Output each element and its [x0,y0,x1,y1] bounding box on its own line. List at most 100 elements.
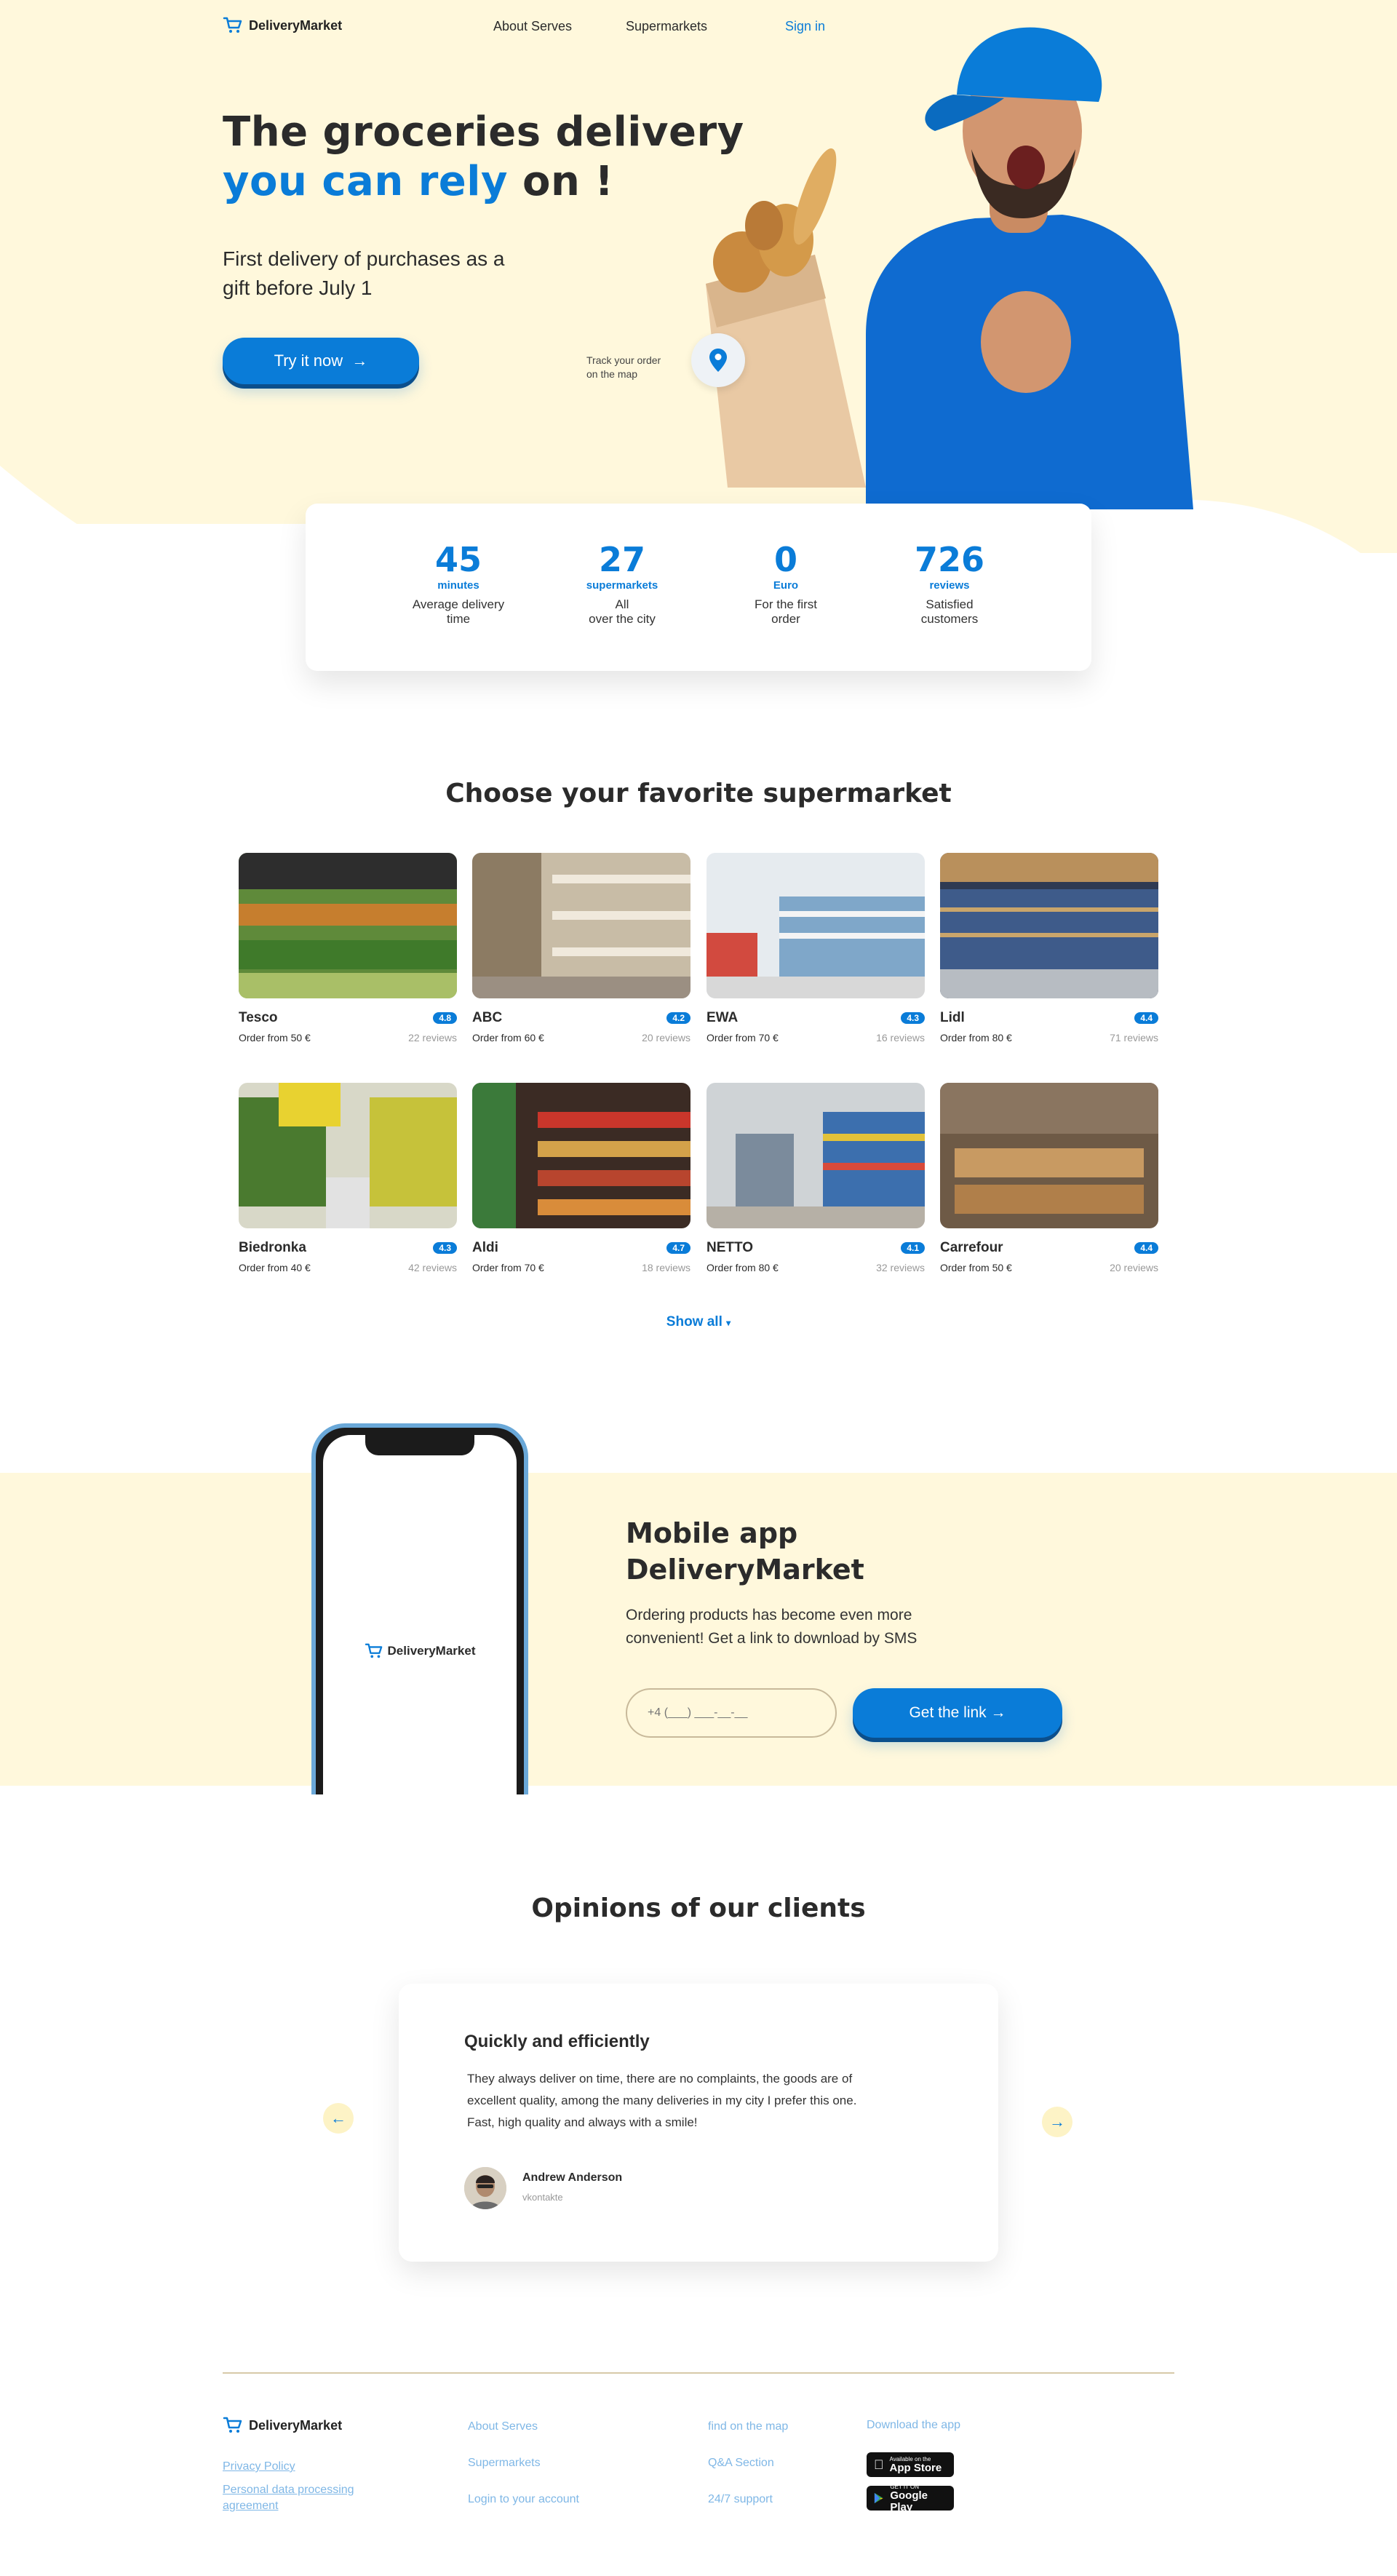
review-source: vkontakte [522,2192,563,2203]
footer-about-link[interactable]: About Serves [468,2420,538,2433]
supermarket-card-ewa[interactable]: EWA 4.3 Order from 70 € 16 reviews [707,853,925,1043]
review-text: They always deliver on time, there are n… [467,2068,856,2134]
min-order: Order from 80 € [707,1262,779,1273]
app-title-line2: DeliveryMarket [626,1554,864,1586]
review-count: 20 reviews [642,1032,690,1043]
rating-badge: 4.1 [901,1242,925,1254]
app-text: Ordering products has become even more c… [626,1604,917,1650]
supermarket-card-carrefour[interactable]: Carrefour 4.4 Order from 50 € 20 reviews [940,1083,1158,1273]
rating-badge: 4.8 [433,1012,457,1024]
arrow-right-icon: → [351,351,368,370]
footer-support-link[interactable]: 24/7 support [708,2493,773,2506]
footer-map-link[interactable]: find on the map [708,2420,788,2433]
stat-desc-line1: Average delivery [412,597,505,611]
supermarket-meta: Order from 60 € 20 reviews [472,1032,690,1043]
map-pin-icon [709,349,727,372]
min-order: Order from 80 € [940,1032,1012,1043]
footer-logo[interactable]: DeliveryMarket [223,2416,342,2435]
footer-supermarkets-link[interactable]: Supermarkets [468,2457,541,2470]
stat-unit: supermarkets [586,579,658,592]
supermarket-card-aldi[interactable]: Aldi 4.7 Order from 70 € 18 reviews [472,1083,690,1273]
supermarket-meta: Order from 50 € 20 reviews [940,1262,1158,1273]
supermarket-name-row: Lidl 4.4 [940,1010,1158,1026]
supermarket-meta: Order from 50 € 22 reviews [239,1032,457,1043]
app-store-badge[interactable]:  Available on theApp Store [867,2452,954,2477]
prev-review-button[interactable]: ← [323,2103,354,2134]
supermarket-name-row: Biedronka 4.3 [239,1240,457,1256]
rating-badge: 4.3 [433,1242,457,1254]
privacy-policy-link[interactable]: Privacy Policy [223,2460,295,2473]
supermarket-meta: Order from 70 € 18 reviews [472,1262,690,1273]
track-line2: on the map [586,368,638,380]
download-app-label: Download the app [867,2419,960,2431]
nav-about-link[interactable]: About Serves [493,19,572,33]
supermarket-meta: Order from 80 € 32 reviews [707,1262,925,1273]
cart-icon [223,16,243,35]
phone-mockup: DeliveryMarket [311,1423,528,1794]
review-line1: They always deliver on time, there are n… [467,2072,853,2086]
review-title: Quickly and efficiently [464,2032,650,2051]
supermarket-name-row: EWA 4.3 [707,1010,925,1026]
opinions-title: Opinions of our clients [531,1893,866,1923]
google-play-icon [874,2492,883,2504]
supermarket-name: Lidl [940,1010,965,1025]
footer-qa-link[interactable]: Q&A Section [708,2457,774,2470]
stat-description: Satisfied customers [877,597,1022,627]
track-line1: Track your order [586,354,661,366]
supermarket-name: EWA [707,1010,739,1025]
google-play-badge[interactable]: GET IT ON Google Play [867,2484,954,2513]
hero-title-line1: The groceries delivery [223,108,744,156]
review-author: Andrew Anderson [522,2171,623,2184]
hero-title-accent: you can rely [223,158,508,205]
review-count: 16 reviews [876,1032,925,1043]
phone-notch [365,1435,474,1455]
supermarket-card-lidl[interactable]: Lidl 4.4 Order from 80 € 71 reviews [940,853,1158,1043]
stat-description: For the first order [713,597,859,627]
show-all-button[interactable]: Show all ▾ [0,1314,1397,1330]
stat-desc-line2: customers [920,612,979,626]
supermarket-card-biedronka[interactable]: Biedronka 4.3 Order from 40 € 42 reviews [239,1083,457,1273]
stat-desc-line2: over the city [589,612,656,626]
get-link-button[interactable]: Get the link → [853,1688,1062,1738]
min-order: Order from 60 € [472,1032,544,1043]
review-card: Quickly and efficiently They always deli… [399,1984,998,2262]
personal-data-link[interactable]: Personal data processing agreement [223,2482,354,2514]
supermarket-card-abc[interactable]: ABC 4.2 Order from 60 € 20 reviews [472,853,690,1043]
chevron-down-icon: ▾ [726,1318,731,1328]
supermarket-card-netto[interactable]: NETTO 4.1 Order from 80 € 32 reviews [707,1083,925,1273]
stat-description: All over the city [549,597,695,627]
cart-icon [223,2416,243,2435]
footer-divider [223,2372,1174,2374]
google-play-label: Google Play [890,2489,928,2513]
rating-badge: 4.4 [1134,1242,1158,1254]
next-review-button[interactable]: → [1042,2107,1072,2137]
header-logo[interactable]: DeliveryMarket [223,16,342,35]
supermarket-name: Tesco [239,1010,278,1025]
footer-login-link[interactable]: Login to your account [468,2493,579,2506]
map-pin-button[interactable] [691,333,745,387]
phone-number-input[interactable] [626,1688,837,1738]
show-all-label: Show all [666,1314,723,1329]
stat-minutes: 45 minutes Average delivery time [386,541,531,627]
min-order: Order from 50 € [940,1262,1012,1273]
supermarket-name-row: Carrefour 4.4 [940,1240,1158,1256]
stat-euro: 0 Euro For the first order [713,541,859,627]
personal-data-line2: agreement [223,2500,279,2512]
google-play-text: GET IT ON Google Play [890,2484,947,2513]
supermarket-photo [940,853,1158,998]
supermarket-name-row: Tesco 4.8 [239,1010,457,1026]
stat-number: 726 [914,540,985,579]
stat-supermarkets: 27 supermarkets All over the city [549,541,695,627]
review-line3: Fast, high quality and always with a smi… [467,2115,698,2129]
arrow-right-icon: → [990,1704,1006,1721]
nav-about[interactable]: About Serves [493,19,572,34]
try-it-now-button[interactable]: Try it now → [223,338,419,384]
stat-desc-line1: Satisfied [926,597,974,611]
supermarket-name: Carrefour [940,1240,1003,1255]
supermarket-card-tesco[interactable]: Tesco 4.8 Order from 50 € 22 reviews [239,853,457,1043]
review-count: 22 reviews [408,1032,457,1043]
phone-logo: DeliveryMarket [323,1642,517,1660]
supermarket-photo [472,853,690,998]
supermarket-meta: Order from 80 € 71 reviews [940,1032,1158,1043]
min-order: Order from 50 € [239,1032,311,1043]
